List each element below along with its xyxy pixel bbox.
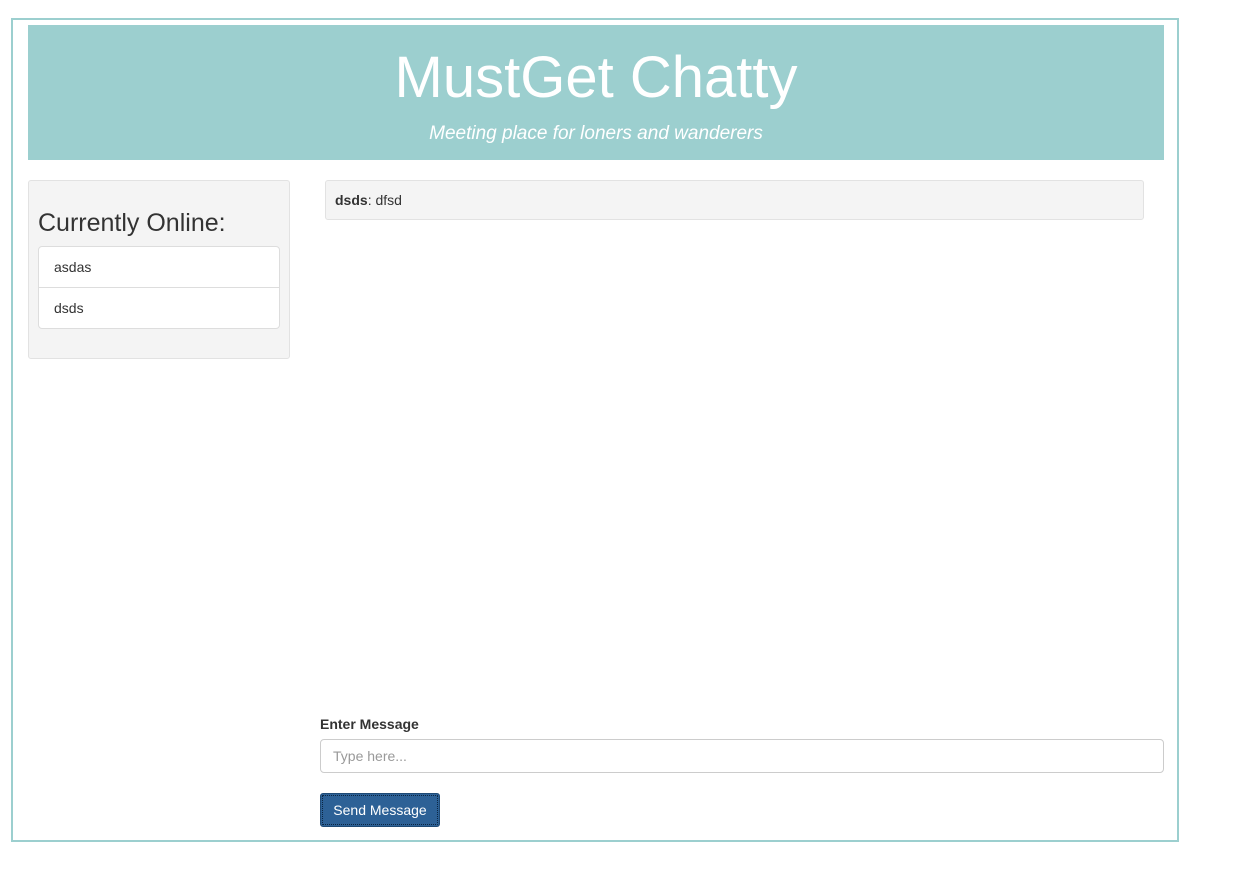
online-users-panel: Currently Online: asdas dsds — [28, 180, 290, 359]
online-users-title: Currently Online: — [38, 209, 226, 237]
chat-message: dsds: dfsd — [325, 180, 1144, 220]
chat-message-text: dfsd — [375, 192, 402, 208]
site-subtitle: Meeting place for loners and wanderers — [429, 123, 763, 144]
chat-message-user: dsds — [335, 192, 368, 208]
enter-message-label: Enter Message — [320, 716, 419, 732]
site-header: MustGet Chatty Meeting place for loners … — [28, 25, 1164, 160]
online-user-item[interactable]: asdas — [39, 247, 279, 287]
online-user-item[interactable]: dsds — [39, 287, 279, 328]
online-users-list: asdas dsds — [38, 246, 280, 329]
site-title: MustGet Chatty — [394, 45, 798, 110]
send-message-button[interactable]: Send Message — [320, 793, 440, 827]
message-input[interactable] — [320, 739, 1164, 773]
